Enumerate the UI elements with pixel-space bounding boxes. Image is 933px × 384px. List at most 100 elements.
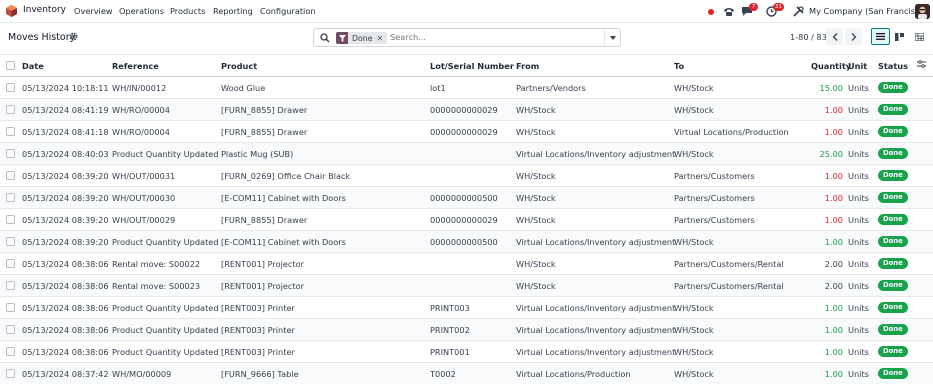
column-header-to[interactable]: To xyxy=(674,61,684,71)
status-badge: Done xyxy=(878,324,908,335)
status-badge: Done xyxy=(878,104,908,115)
table-row[interactable]: 05/13/2024 08:39:20 Product Quantity Upda… xyxy=(0,231,933,253)
cell-reference: Rental move: S00023 xyxy=(112,281,201,291)
table-row[interactable]: 05/13/2024 08:38:06 Product Quantity Upda… xyxy=(0,319,933,341)
row-checkbox[interactable] xyxy=(6,171,15,180)
column-header-product[interactable]: Product xyxy=(221,61,257,71)
cell-unit: Units xyxy=(848,127,869,137)
row-checkbox[interactable] xyxy=(6,237,15,246)
cell-reference: WH/OUT/00030 xyxy=(112,193,176,203)
table-row[interactable]: 05/13/2024 08:39:20 WH/OUT/00031 [FURN_026… xyxy=(0,165,933,187)
cell-reference: WH/IN/00012 xyxy=(112,83,167,93)
row-checkbox[interactable] xyxy=(6,215,15,224)
pager-next-button[interactable] xyxy=(845,28,862,45)
column-header-date[interactable]: Date xyxy=(22,61,44,71)
table-row[interactable]: 05/13/2024 08:39:20 WH/OUT/00030 [E-COM11]… xyxy=(0,187,933,209)
cell-to: WH/Stock xyxy=(674,83,714,93)
search-options-toggle[interactable] xyxy=(604,29,620,46)
chevron-left-icon xyxy=(832,32,837,41)
cell-lot: PRINT003 xyxy=(430,303,470,313)
row-checkbox[interactable] xyxy=(6,369,15,378)
cell-product: [E-COM11] Cabinet with Doors xyxy=(221,237,346,247)
cell-reference: Product Quantity Updated xyxy=(112,325,219,335)
table-row[interactable]: 05/13/2024 08:38:06 Product Quantity Upda… xyxy=(0,341,933,363)
cell-from: Virtual Locations/Inventory adjustment xyxy=(516,325,676,335)
search-icon[interactable] xyxy=(320,33,330,43)
table-row[interactable]: 05/13/2024 08:41:19 WH/RO/00004 [FURN_8855… xyxy=(0,99,933,121)
column-header-quantity[interactable]: Quantity xyxy=(811,61,851,71)
optional-columns-icon[interactable] xyxy=(917,60,926,68)
pager-previous-button[interactable] xyxy=(826,28,843,45)
row-checkbox[interactable] xyxy=(6,149,15,158)
cell-to: WH/Stock xyxy=(674,325,714,335)
row-checkbox[interactable] xyxy=(6,347,15,356)
row-checkbox[interactable] xyxy=(6,303,15,312)
row-checkbox[interactable] xyxy=(6,193,15,202)
search-bar[interactable]: Done ✕ xyxy=(313,28,621,47)
search-input[interactable] xyxy=(390,32,590,42)
close-icon[interactable]: ✕ xyxy=(377,34,388,43)
cell-reference: WH/OUT/00029 xyxy=(112,215,176,225)
pivot-view-button[interactable] xyxy=(910,28,929,45)
cell-quantity: 1.00 xyxy=(824,215,843,225)
phone-icon[interactable] xyxy=(723,6,735,17)
status-badge: Done xyxy=(878,302,908,313)
cell-date: 05/13/2024 08:41:18 xyxy=(22,127,109,137)
cell-date: 05/13/2024 08:38:06 xyxy=(22,259,109,269)
menu-products[interactable]: Products xyxy=(170,6,205,16)
top-navbar: Inventory Overview Operations Products R… xyxy=(0,0,933,23)
cell-lot: 0000000000029 xyxy=(430,127,498,137)
row-checkbox[interactable] xyxy=(6,83,15,92)
column-header-lot[interactable]: Lot/Serial Number xyxy=(430,61,514,71)
table-row[interactable]: 05/13/2024 08:41:18 WH/RO/00004 [FURN_8855… xyxy=(0,121,933,143)
company-switcher[interactable]: My Company (San Francisco) xyxy=(809,6,928,16)
table-row[interactable]: 05/13/2024 10:18:11 WH/IN/00012 Wood Glue l… xyxy=(0,77,933,99)
table-row[interactable]: 05/13/2024 08:39:20 WH/OUT/00029 [FURN_885… xyxy=(0,209,933,231)
menu-reporting[interactable]: Reporting xyxy=(213,6,253,16)
column-header-unit[interactable]: Unit xyxy=(848,61,867,71)
list-view-button[interactable] xyxy=(871,28,890,45)
pager-value[interactable]: 1-80 / 83 xyxy=(790,32,827,42)
cell-from: WH/Stock xyxy=(516,215,556,225)
column-header-reference[interactable]: Reference xyxy=(112,61,159,71)
menu-operations[interactable]: Operations xyxy=(119,6,164,16)
cell-date: 05/13/2024 08:39:20 xyxy=(22,193,109,203)
row-checkbox[interactable] xyxy=(6,127,15,136)
table-row[interactable]: 05/13/2024 08:38:06 Rental move: S00023 [R… xyxy=(0,275,933,297)
status-badge: Done xyxy=(878,280,908,291)
table-row[interactable]: 05/13/2024 08:37:42 WH/MO/00009 [FURN_9666… xyxy=(0,363,933,384)
cell-from: Virtual Locations/Inventory adjustment xyxy=(516,237,676,247)
cell-lot: PRINT001 xyxy=(430,347,470,357)
page-title: Moves History xyxy=(8,32,76,43)
column-header-status[interactable]: Status xyxy=(878,61,908,71)
select-all-checkbox[interactable] xyxy=(6,61,15,70)
recording-indicator-icon[interactable] xyxy=(708,9,714,15)
table-row[interactable]: 05/13/2024 08:38:06 Rental move: S00022 [R… xyxy=(0,253,933,275)
filter-facet-done[interactable]: Done ✕ xyxy=(336,32,388,44)
table-row[interactable]: 05/13/2024 08:40:03 Product Quantity Upda… xyxy=(0,143,933,165)
status-badge: Done xyxy=(878,368,908,379)
row-checkbox[interactable] xyxy=(6,259,15,268)
column-header-from[interactable]: From xyxy=(516,61,539,71)
app-name[interactable]: Inventory xyxy=(23,5,66,15)
cell-date: 05/13/2024 08:38:06 xyxy=(22,281,109,291)
kanban-view-button[interactable] xyxy=(890,28,909,45)
row-checkbox[interactable] xyxy=(6,281,15,290)
row-checkbox[interactable] xyxy=(6,105,15,114)
menu-overview[interactable]: Overview xyxy=(74,6,113,16)
cell-product: [RENT001] Projector xyxy=(221,281,304,291)
debug-tools-icon[interactable] xyxy=(793,6,804,17)
cell-to: WH/Stock xyxy=(674,237,714,247)
cell-unit: Units xyxy=(848,303,869,313)
cell-product: Plastic Mug (SUB) xyxy=(221,149,294,159)
table-row[interactable]: 05/13/2024 08:38:06 Product Quantity Upda… xyxy=(0,297,933,319)
cell-quantity: 1.00 xyxy=(824,193,843,203)
cell-from: WH/Stock xyxy=(516,105,556,115)
cell-lot: T0002 xyxy=(430,369,456,379)
row-checkbox[interactable] xyxy=(6,325,15,334)
menu-configuration[interactable]: Configuration xyxy=(260,6,316,16)
gear-icon[interactable] xyxy=(69,32,78,41)
inventory-app-icon[interactable] xyxy=(6,5,17,17)
user-avatar[interactable] xyxy=(915,4,930,19)
cell-reference: WH/MO/00009 xyxy=(112,369,172,379)
